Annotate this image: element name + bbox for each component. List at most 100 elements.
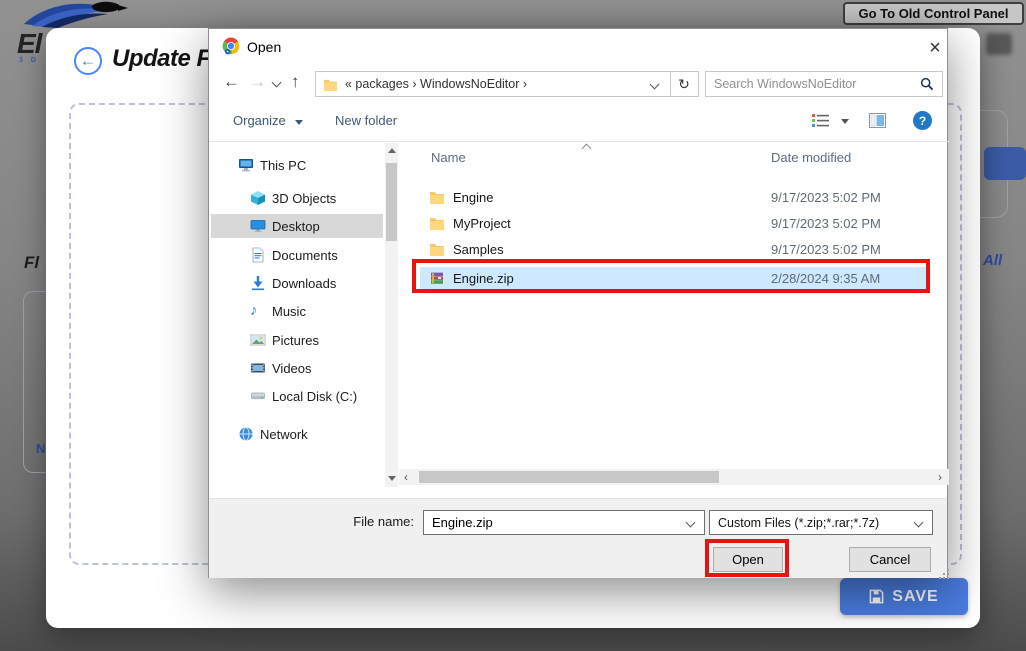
file-row-engine[interactable]: Engine 9/17/2023 5:02 PM [429,186,929,208]
background-blue-button[interactable] [984,147,1026,180]
organize-menu[interactable]: Organize [233,113,303,128]
folder-icon [323,78,338,91]
sidebar-item-documents[interactable]: Documents [211,243,383,267]
combo-chevron-icon[interactable] [914,518,924,528]
view-all-link[interactable]: All [983,252,1002,269]
sidebar-label: Network [260,427,308,442]
help-icon[interactable]: ? [913,111,932,130]
back-button[interactable]: ← [74,47,102,75]
organize-label: Organize [233,113,286,128]
view-mode-icon[interactable] [811,113,831,130]
scroll-right-icon[interactable]: › [933,470,947,484]
search-input[interactable] [706,77,920,91]
scroll-left-icon[interactable]: ‹ [399,470,413,484]
sidebar-item-downloads[interactable]: Downloads [211,271,383,295]
combo-chevron-icon[interactable] [686,518,696,528]
nav-up-icon[interactable]: ↑ [291,73,300,90]
file-row-samples[interactable]: Samples 9/17/2023 5:02 PM [429,238,929,260]
picture-icon [250,332,266,348]
save-button[interactable]: SAVE [840,578,968,615]
file-name: Samples [453,242,504,257]
file-row-myproject[interactable]: MyProject 9/17/2023 5:02 PM [429,212,929,234]
horizontal-scrollbar[interactable]: ‹ › [399,469,949,485]
file-name: Engine [453,190,493,205]
sidebar-label: Downloads [272,276,336,291]
organize-caret-icon [295,120,303,125]
resize-grip[interactable] [939,569,941,571]
folder-icon [429,190,445,204]
sidebar-label: 3D Objects [272,191,336,206]
sidebar-item-pictures[interactable]: Pictures [211,328,383,352]
eagle-logo [20,0,132,28]
file-name-label: File name: [269,514,414,529]
column-header-name[interactable]: Name [431,150,466,165]
sidebar-label: Desktop [272,219,320,234]
file-date: 9/17/2023 5:02 PM [771,242,881,257]
dialog-title: Open [247,39,281,55]
save-label: SAVE [892,588,938,606]
logo-text: El [17,28,41,60]
monitor-icon [250,218,266,234]
screen: El 3 D Go To Old Control Panel Fl N All … [0,0,1026,651]
globe-icon [238,426,254,442]
computer-icon [238,157,254,173]
sidebar-label: This PC [260,158,306,173]
music-note-icon: ♪ [250,303,266,319]
file-name: MyProject [453,216,511,231]
go-to-old-control-panel-button[interactable]: Go To Old Control Panel [843,2,1024,25]
sidebar-item-local-disk[interactable]: Local Disk (C:) [211,384,383,408]
file-date: 9/17/2023 5:02 PM [771,190,881,205]
sidebar-item-music[interactable]: ♪ Music [211,299,383,323]
address-bar[interactable]: « packages › WindowsNoEditor › [315,71,671,97]
breadcrumb[interactable]: « packages › WindowsNoEditor › [345,77,527,91]
file-name-input[interactable] [424,515,687,530]
background-card-link[interactable]: N [36,441,45,456]
close-icon[interactable]: × [921,37,949,59]
sidebar-item-videos[interactable]: Videos [211,356,383,380]
refresh-button[interactable]: ↻ [670,71,699,97]
sidebar-item-desktop[interactable]: Desktop [211,214,383,238]
search-icon[interactable] [920,77,934,91]
scroll-up-icon[interactable] [388,148,396,153]
scroll-down-icon[interactable] [388,476,396,481]
help-glyph: ? [919,114,926,128]
sidebar-item-3d-objects[interactable]: 3D Objects [211,186,383,210]
annotation-open-button [705,539,789,577]
document-icon [250,247,266,263]
sidebar-item-this-pc[interactable]: This PC [211,153,383,177]
background-menu-blob [986,33,1012,55]
file-date: 9/17/2023 5:02 PM [771,216,881,231]
sidebar-label: Pictures [272,333,319,348]
file-type-select[interactable]: Custom Files (*.zip;*.rar;*.7z) [709,510,933,535]
logo-subtext: 3 D [19,57,39,64]
background-section-heading: Fl [24,253,39,273]
view-mode-caret-icon[interactable] [841,119,849,124]
address-chevron-icon[interactable] [650,79,660,89]
refresh-icon: ↻ [678,76,690,93]
search-box[interactable] [705,71,943,97]
sidebar-item-network[interactable]: Network [211,422,383,446]
nav-back-icon[interactable]: ← [223,73,240,90]
back-arrow-icon: ← [80,51,97,71]
disk-icon [250,388,266,404]
nav-history-chevron-icon[interactable] [272,78,282,88]
toolbar-separator [209,141,949,142]
sidebar-label: Videos [272,361,312,376]
preview-pane-icon[interactable] [869,113,886,128]
sidebar-scrollbar[interactable] [385,143,398,487]
annotation-engine-zip-row [412,259,930,293]
sidebar-label: Documents [272,248,338,263]
horizontal-scrollbar-thumb[interactable] [419,471,719,483]
file-name-combo[interactable] [423,510,705,535]
sort-ascending-icon [582,144,592,154]
new-folder-button[interactable]: New folder [335,113,397,128]
open-file-dialog: Open × ← → ↑ « packages › WindowsNoEdito… [208,28,948,578]
cancel-button[interactable]: Cancel [849,547,931,572]
download-arrow-icon [250,275,266,291]
chrome-icon [222,37,240,55]
nav-forward-icon[interactable]: → [249,73,266,90]
folder-icon [429,216,445,230]
film-icon [250,360,266,376]
column-header-date-modified[interactable]: Date modified [771,150,851,165]
sidebar-scrollbar-thumb[interactable] [386,163,397,241]
